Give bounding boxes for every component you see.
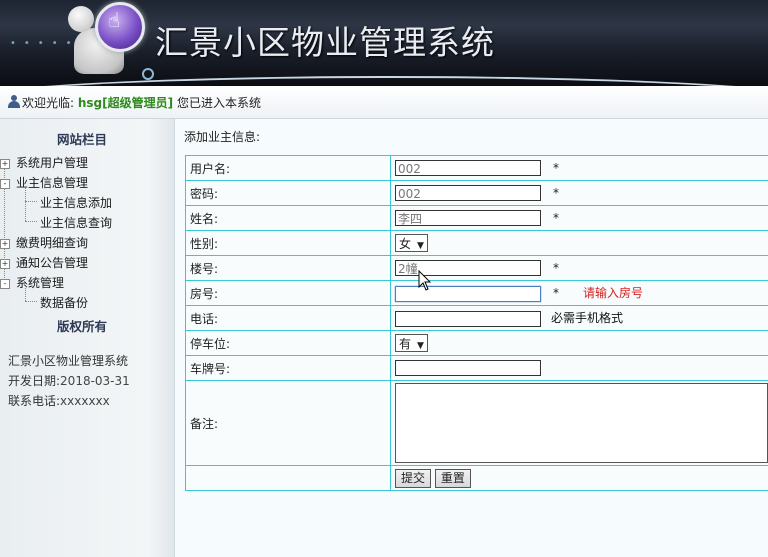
reset-button[interactable]: 重置 bbox=[434, 468, 471, 488]
required-mark: * bbox=[553, 210, 559, 225]
phone-field-label: 电话: bbox=[185, 305, 391, 331]
form-row-room: 房号: * 请输入房号 bbox=[185, 280, 768, 306]
name-input[interactable]: 李四 bbox=[395, 210, 541, 226]
sidebar-item-label: 通知公告管理 bbox=[16, 256, 89, 270]
form-row-actions: 提交 重置 bbox=[185, 465, 768, 491]
parking-select[interactable]: 有 ▼ bbox=[395, 334, 428, 352]
form-row-phone: 电话: 必需手机格式 bbox=[185, 305, 768, 331]
pointer-hand-icon: ☝ bbox=[108, 8, 121, 32]
phone-input[interactable] bbox=[395, 310, 541, 327]
required-mark: * bbox=[553, 260, 559, 275]
phone-value: xxxxxxx bbox=[60, 394, 110, 408]
sidebar-item-data-backup[interactable]: 数据备份 bbox=[40, 294, 88, 311]
page-title: 添加业主信息: bbox=[184, 130, 261, 144]
expand-icon[interactable]: + bbox=[0, 259, 10, 269]
form-row-name: 姓名: 李四 * bbox=[185, 205, 768, 231]
welcome-text: 欢迎光临: hsg[超级管理员] 您已进入本系统 bbox=[22, 94, 261, 111]
building-input[interactable]: 2幢 bbox=[395, 260, 541, 276]
form-row-building: 楼号: 2幢 * bbox=[185, 255, 768, 281]
parking-label: 停车位: bbox=[185, 330, 391, 356]
expand-icon[interactable]: + bbox=[0, 239, 10, 249]
header-banner: ••••• ☝ 汇景小区物业管理系统 bbox=[0, 0, 768, 86]
dev-date-value: 2018-03-31 bbox=[60, 374, 130, 388]
owner-form: 用户名: 002 * 密码: 002 * 姓名: 李四 * 性别: 女 ▼ 楼号: bbox=[185, 155, 768, 491]
form-row-username: 用户名: 002 * bbox=[185, 155, 768, 181]
password-label: 密码: bbox=[185, 180, 391, 206]
plate-input[interactable] bbox=[395, 360, 541, 376]
sidebar-item-label: 缴费明细查询 bbox=[16, 236, 89, 250]
header-dots-decoration: ••••• bbox=[10, 38, 80, 49]
remark-textarea[interactable] bbox=[395, 383, 768, 463]
sidebar-item-system-management[interactable]: - 系统管理 bbox=[0, 274, 64, 291]
welcome-suffix: 您已进入本系统 bbox=[176, 96, 261, 110]
ring-decoration bbox=[142, 68, 154, 80]
dev-date-line: 开发日期:2018-03-31 bbox=[8, 372, 130, 389]
dev-date-label: 开发日期: bbox=[8, 374, 61, 388]
welcome-username: hsg[超级管理员] bbox=[77, 96, 174, 110]
parking-selected-value: 有 bbox=[399, 337, 412, 351]
welcome-bar: 欢迎光临: hsg[超级管理员] 您已进入本系统 bbox=[0, 86, 768, 119]
gender-select[interactable]: 女 ▼ bbox=[395, 234, 428, 252]
room-input[interactable] bbox=[395, 285, 541, 302]
welcome-prefix: 欢迎光临: bbox=[22, 96, 75, 110]
room-error-message: 请输入房号 bbox=[583, 286, 644, 301]
remark-label: 备注: bbox=[185, 380, 391, 466]
password-input[interactable]: 002 bbox=[395, 185, 541, 201]
sidebar-item-owner-query[interactable]: 业主信息查询 bbox=[40, 214, 112, 231]
header-arc-decoration bbox=[0, 76, 768, 86]
username-input[interactable]: 002 bbox=[395, 160, 541, 176]
collapse-icon[interactable]: - bbox=[0, 179, 10, 189]
sidebar-copyright-title: 版权所有 bbox=[56, 319, 107, 334]
sidebar-nav-title: 网站栏目 bbox=[56, 132, 107, 147]
plate-label: 车牌号: bbox=[185, 355, 391, 381]
required-mark: * bbox=[553, 160, 559, 175]
collapse-icon[interactable]: - bbox=[0, 279, 10, 289]
phone-label: 联系电话: bbox=[8, 394, 61, 408]
sidebar-item-label: 业主信息管理 bbox=[16, 176, 89, 190]
gender-selected-value: 女 bbox=[399, 237, 412, 251]
required-mark: * bbox=[553, 286, 559, 301]
form-row-password: 密码: 002 * bbox=[185, 180, 768, 206]
sidebar: 网站栏目 + 系统用户管理 - 业主信息管理 业主信息添加 业主信息查询 + 缴费明细… bbox=[0, 119, 175, 557]
sidebar-item-owner-add[interactable]: 业主信息添加 bbox=[40, 194, 112, 211]
user-icon bbox=[7, 95, 21, 108]
phone-format-hint: 必需手机格式 bbox=[551, 311, 624, 326]
username-label: 用户名: bbox=[185, 155, 391, 181]
expand-icon[interactable]: + bbox=[0, 159, 10, 169]
name-label: 姓名: bbox=[185, 205, 391, 231]
mascot-head bbox=[68, 6, 94, 32]
sidebar-item-system-users[interactable]: + 系统用户管理 bbox=[0, 154, 88, 171]
sidebar-item-notice-management[interactable]: + 通知公告管理 bbox=[0, 254, 88, 271]
dropdown-arrow-icon: ▼ bbox=[417, 341, 424, 351]
phone-line: 联系电话:xxxxxxx bbox=[8, 392, 110, 409]
form-row-plate: 车牌号: bbox=[185, 355, 768, 381]
form-row-gender: 性别: 女 ▼ bbox=[185, 230, 768, 256]
form-row-remark: 备注: bbox=[185, 380, 768, 466]
sidebar-item-payment-query[interactable]: + 缴费明细查询 bbox=[0, 234, 88, 251]
system-title: 汇景小区物业管理系统 bbox=[155, 23, 495, 62]
form-row-parking: 停车位: 有 ▼ bbox=[185, 330, 768, 356]
main-content: 添加业主信息: 用户名: 002 * 密码: 002 * 姓名: 李四 * 性别: 女… bbox=[175, 119, 768, 557]
submit-button[interactable]: 提交 bbox=[395, 468, 432, 488]
dropdown-arrow-icon: ▼ bbox=[417, 241, 424, 251]
room-label: 房号: bbox=[185, 280, 391, 306]
required-mark: * bbox=[553, 185, 559, 200]
system-name-text: 汇景小区物业管理系统 bbox=[8, 354, 129, 368]
mouse-cursor-icon bbox=[418, 270, 432, 291]
sidebar-item-owner-management[interactable]: - 业主信息管理 bbox=[0, 174, 88, 191]
building-label: 楼号: bbox=[185, 255, 391, 281]
gender-label: 性别: bbox=[185, 230, 391, 256]
sidebar-item-label: 系统用户管理 bbox=[16, 156, 89, 170]
sidebar-item-label: 系统管理 bbox=[16, 276, 65, 290]
